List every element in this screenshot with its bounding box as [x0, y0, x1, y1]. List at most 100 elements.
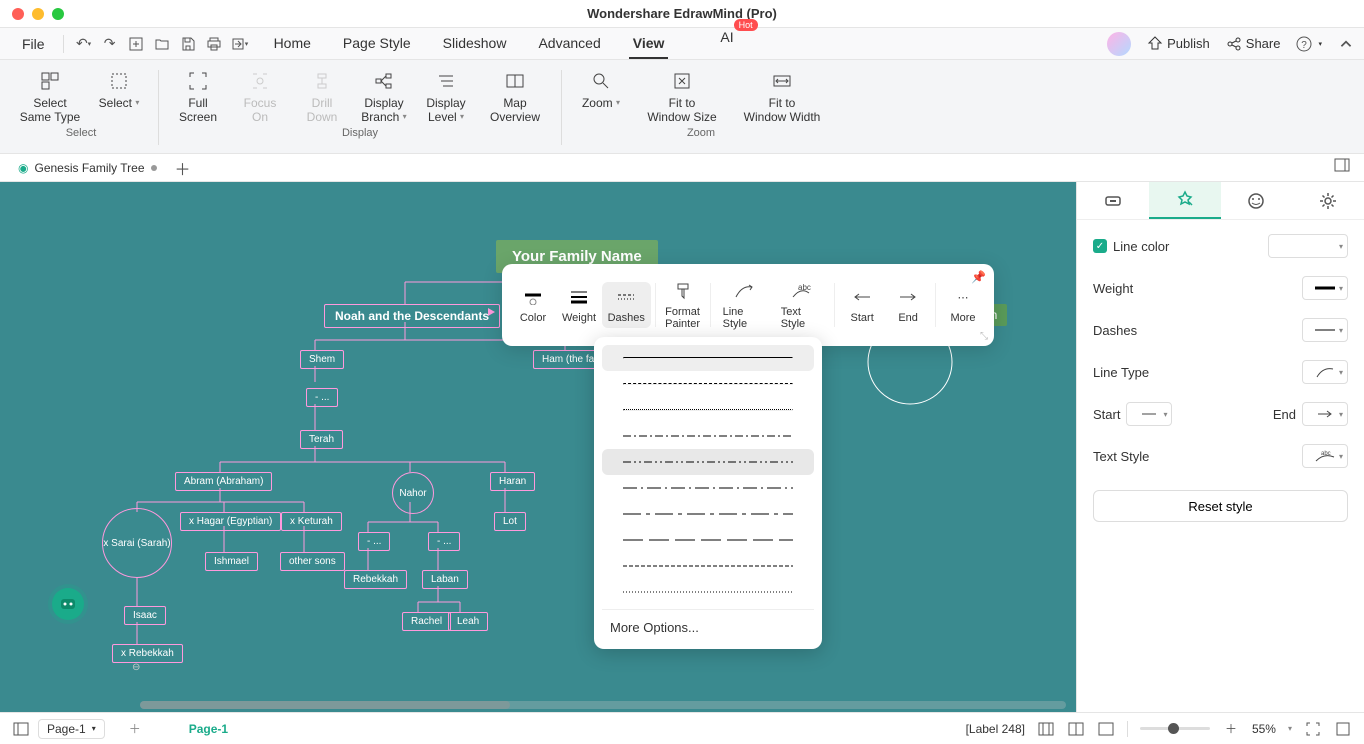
node-abram[interactable]: Abram (Abraham) [175, 472, 272, 491]
view-mode-1-button[interactable] [1037, 720, 1055, 738]
close-window-button[interactable] [12, 8, 24, 20]
start-arrow-button[interactable]: Start [839, 282, 885, 328]
node-isaac[interactable]: Isaac [124, 606, 166, 625]
format-painter-button[interactable]: Format Painter [659, 276, 705, 334]
zoom-slider[interactable] [1140, 727, 1210, 730]
ai-assistant-button[interactable] [52, 588, 84, 620]
zoom-button[interactable]: Zoom ▾ [574, 64, 628, 125]
node-shem[interactable]: Shem [300, 350, 344, 369]
end-arrow-button[interactable]: End [885, 282, 931, 328]
text-style-select[interactable]: abc▾ [1302, 444, 1348, 468]
dash-option-shortdash[interactable] [602, 553, 814, 579]
color-button[interactable]: Color [510, 282, 556, 328]
tab-view[interactable]: View [629, 29, 669, 59]
pin-icon[interactable]: 📌 [971, 270, 986, 284]
add-tab-button[interactable]: ＋ [173, 158, 193, 178]
dash-option-longdash[interactable] [602, 475, 814, 501]
panel-tab-topic[interactable] [1077, 182, 1149, 219]
file-menu[interactable]: File [10, 32, 57, 56]
node-xrebekkah[interactable]: x Rebekkah [112, 644, 183, 663]
tab-slideshow[interactable]: Slideshow [439, 29, 511, 59]
dash-option-dashdot[interactable] [602, 423, 814, 449]
print-button[interactable] [204, 34, 224, 54]
tab-page-style[interactable]: Page Style [339, 29, 415, 59]
panel-tab-emoji[interactable] [1221, 182, 1293, 219]
dashes-button[interactable]: Dashes [602, 282, 651, 328]
export-button[interactable]: ▾ [230, 34, 250, 54]
new-button[interactable] [126, 34, 146, 54]
document-tab[interactable]: ◉ Genesis Family Tree [8, 161, 167, 175]
panel-tab-style[interactable] [1149, 182, 1221, 219]
fit-window-size-button[interactable]: Fit to Window Size [636, 64, 728, 125]
node-hagar[interactable]: x Hagar (Egyptian) [180, 512, 281, 531]
save-button[interactable] [178, 34, 198, 54]
line-type-select[interactable]: ▾ [1302, 360, 1348, 384]
undo-button[interactable]: ↶▾ [74, 34, 94, 54]
dash-option-longdashdotdot[interactable] [602, 527, 814, 553]
node-laban[interactable]: Laban [422, 570, 468, 589]
line-style-button[interactable]: Line Style [715, 276, 773, 334]
drill-down-button[interactable]: Drill Down [295, 64, 349, 125]
reset-style-button[interactable]: Reset style [1093, 490, 1348, 522]
node-rachel[interactable]: Rachel [402, 612, 451, 631]
zoom-level[interactable]: 55% [1252, 722, 1276, 736]
end-select[interactable]: ▾ [1302, 402, 1348, 426]
outline-view-button[interactable] [12, 720, 30, 738]
select-button[interactable]: Select ▾ [92, 64, 146, 125]
collapse-indicator[interactable]: ⊖ [132, 662, 140, 673]
dash-option-dashdotdot[interactable] [602, 449, 814, 475]
focus-on-button[interactable]: Focus On [233, 64, 287, 125]
dashes-select[interactable]: ▾ [1302, 318, 1348, 342]
node-dash1[interactable]: - ... [306, 388, 338, 407]
fit-screen-button[interactable] [1304, 720, 1322, 738]
minimize-window-button[interactable] [32, 8, 44, 20]
dash-option-finedot[interactable] [602, 579, 814, 605]
node-noah[interactable]: Noah and the Descendants [324, 304, 500, 328]
dash-option-dot[interactable] [602, 397, 814, 423]
page-selector[interactable]: Page-1▾ [38, 719, 105, 739]
select-same-type-button[interactable]: Select Same Type [16, 64, 84, 125]
more-button[interactable]: ⋯ More [940, 282, 986, 328]
tab-ai[interactable]: AIHot [720, 29, 733, 59]
weight-select[interactable]: ▾ [1302, 276, 1348, 300]
zoom-knob[interactable] [1168, 723, 1179, 734]
line-color-checkbox[interactable]: ✓ [1093, 239, 1107, 253]
publish-button[interactable]: Publish [1147, 36, 1210, 52]
line-color-select[interactable]: ▾ [1268, 234, 1348, 258]
resize-handle[interactable]: ⤡ [980, 331, 988, 342]
dash-option-longdashdot[interactable] [602, 501, 814, 527]
node-nahor[interactable]: Nahor [392, 472, 434, 514]
node-dash2[interactable]: - ... [358, 532, 390, 551]
view-mode-2-button[interactable] [1067, 720, 1085, 738]
canvas[interactable]: Your Family Name Noah and the Descendant… [0, 182, 1076, 712]
share-button[interactable]: Share [1226, 36, 1281, 52]
panel-toggle-button[interactable] [1334, 158, 1354, 178]
dash-option-solid[interactable] [602, 345, 814, 371]
tab-home[interactable]: Home [270, 29, 315, 59]
help-button[interactable]: ?▾ [1296, 36, 1322, 52]
map-overview-button[interactable]: Map Overview [481, 64, 549, 125]
panel-tab-settings[interactable] [1292, 182, 1364, 219]
text-style-button[interactable]: abc Text Style [773, 276, 831, 334]
user-avatar[interactable] [1107, 32, 1131, 56]
page-tab[interactable]: Page-1 [189, 722, 228, 736]
display-level-button[interactable]: Display Level ▾ [419, 64, 473, 125]
display-branch-button[interactable]: Display Branch ▾ [357, 64, 411, 125]
node-terah[interactable]: Terah [300, 430, 343, 449]
node-ishmael[interactable]: Ishmael [205, 552, 258, 571]
node-haran[interactable]: Haran [490, 472, 535, 491]
node-dash3[interactable]: - ... [428, 532, 460, 551]
node-leah[interactable]: Leah [448, 612, 488, 631]
fullscreen-button[interactable] [1334, 720, 1352, 738]
start-select[interactable]: ▾ [1126, 402, 1172, 426]
dash-option-dash[interactable] [602, 371, 814, 397]
tab-advanced[interactable]: Advanced [534, 29, 604, 59]
view-mode-3-button[interactable] [1097, 720, 1115, 738]
fit-window-width-button[interactable]: Fit to Window Width [736, 64, 828, 125]
node-rebekkah[interactable]: Rebekkah [344, 570, 407, 589]
node-lot[interactable]: Lot [494, 512, 526, 531]
full-screen-button[interactable]: Full Screen [171, 64, 225, 125]
zoom-in-button[interactable]: ＋ [1222, 720, 1240, 738]
add-page-button[interactable]: ＋ [129, 720, 141, 737]
collapse-ribbon-button[interactable] [1338, 36, 1354, 52]
